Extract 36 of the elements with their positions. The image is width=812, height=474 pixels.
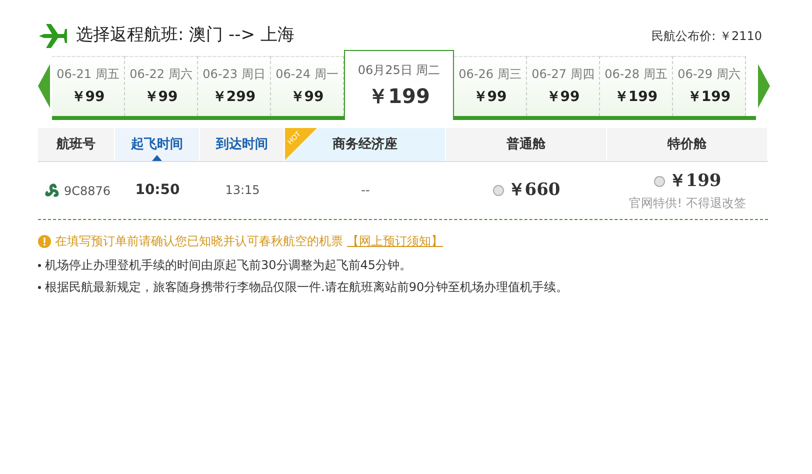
reference-price: 民航公布价: ￥2110 bbox=[652, 28, 762, 45]
rule-text: 根据民航最新规定，旅客随身携带行李物品仅限一件.请在航班离站前90分钟至机场办理值机手续。 bbox=[45, 279, 568, 296]
fare-radio[interactable] bbox=[492, 185, 504, 196]
sort-indicator-icon bbox=[152, 155, 162, 161]
date-tab[interactable]: 06-28 周五 ￥199 bbox=[600, 56, 673, 116]
date-tab[interactable]: 06-24 周一 ￥99 bbox=[271, 56, 344, 116]
departure-time: 10:50 bbox=[135, 182, 180, 198]
date-tab[interactable]: 06-23 周日 ￥299 bbox=[198, 56, 271, 116]
next-arrow-icon[interactable] bbox=[758, 64, 770, 108]
arrival-time: 13:15 bbox=[225, 182, 260, 197]
flight-number: 9C8876 bbox=[64, 182, 111, 200]
fare-radio[interactable] bbox=[654, 176, 665, 187]
date-tab[interactable]: 06-22 周六 ￥99 bbox=[125, 56, 198, 116]
notice-text: 在填写预订单前请确认您已知晓并认可春秋航空的机票 bbox=[55, 233, 343, 250]
fare-price: ￥660 bbox=[508, 178, 560, 202]
previous-arrow-icon[interactable] bbox=[38, 64, 50, 108]
column-header: 特价舱 bbox=[668, 136, 706, 154]
fare-price: ￥199 bbox=[668, 170, 722, 193]
column-header: 商务经济座 bbox=[332, 136, 398, 154]
column-header: 航班号 bbox=[56, 136, 96, 154]
date-tab[interactable]: 06月25日 周二 ￥199 bbox=[344, 50, 454, 120]
column-header: 普通舱 bbox=[506, 136, 546, 154]
airplane-icon bbox=[38, 23, 68, 49]
airline-logo-icon bbox=[44, 182, 60, 198]
fare-note: 官网特供! 不得退改签 bbox=[629, 195, 746, 212]
date-tab[interactable]: 06-27 周四 ￥99 bbox=[527, 56, 600, 116]
date-tab[interactable]: 06-29 周六 ￥199 bbox=[673, 56, 746, 116]
sort-header-cell[interactable]: 起飞时间 bbox=[115, 128, 200, 161]
bullet-icon bbox=[38, 286, 41, 288]
date-tab[interactable]: 06-26 周三 ￥99 bbox=[454, 56, 527, 116]
rule-text: 机场停止办理登机手续的时间由原起飞前30分调整为起飞前45分钟。 bbox=[45, 257, 412, 274]
exclamation-icon bbox=[38, 234, 51, 248]
business-fare: -- bbox=[361, 182, 370, 197]
bullet-icon bbox=[38, 264, 41, 266]
page-title: 选择返程航班: 澳门 --> 上海 bbox=[76, 24, 294, 48]
date-tab[interactable]: 06-21 周五 ￥99 bbox=[52, 56, 125, 116]
